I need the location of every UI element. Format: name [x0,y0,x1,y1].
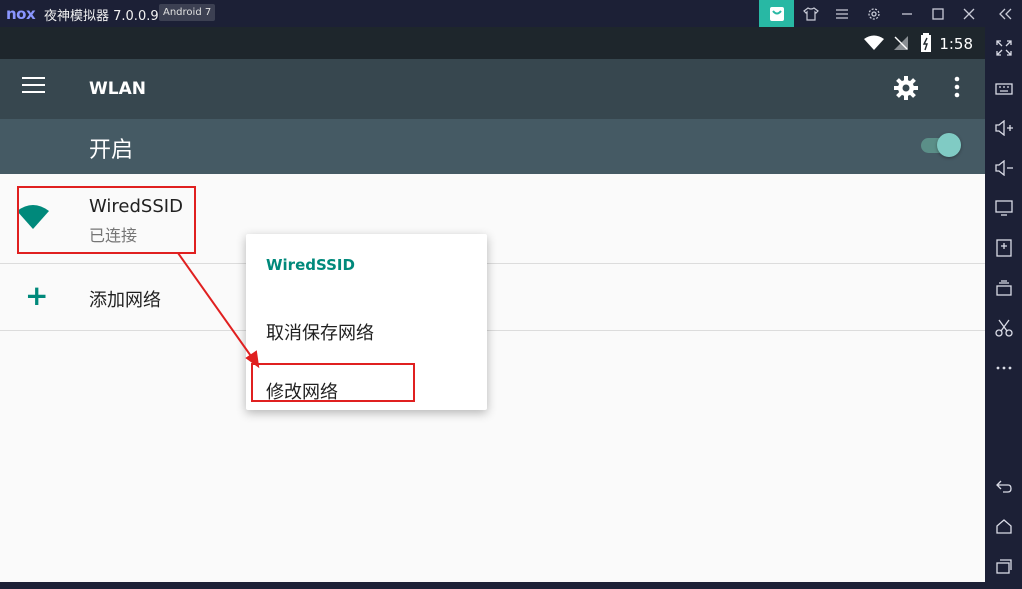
maximize-icon[interactable] [923,0,953,27]
keyboard-icon[interactable] [985,73,1022,103]
add-network-item[interactable]: + 添加网络 [0,264,985,331]
android-screen: 1:58 WLAN 开启 WiredSSID 已连接 + 添加网络 WiredS… [0,27,985,582]
back-icon[interactable] [985,471,1022,501]
emulator-window: nox 夜神模拟器 7.0.0.9 Android 7 1:58 WLAN 开启… [0,0,1022,589]
cell-signal-icon [893,35,909,55]
hamburger-menu-icon[interactable] [22,77,46,97]
forget-network-menu-item[interactable]: 取消保存网络 [246,301,487,359]
modify-network-menu-item[interactable]: 修改网络 [246,360,487,418]
settings-gear-icon[interactable] [859,0,889,27]
android-version-badge: Android 7 [159,4,216,21]
recent-apps-icon[interactable] [985,551,1022,581]
android-statusbar: 1:58 [0,27,985,59]
screen-bottom-border [0,582,985,589]
scissors-icon[interactable] [985,313,1022,343]
wifi-full-icon [17,204,49,234]
network-status: 已连接 [89,226,138,245]
add-network-label: 添加网络 [89,290,161,311]
network-item-wiredssid[interactable]: WiredSSID 已连接 [0,174,985,263]
nox-logo: nox [6,5,36,23]
close-icon[interactable] [954,0,984,27]
emulator-toolbar [985,27,1022,589]
collapse-sidebar-icon[interactable] [990,0,1020,27]
status-time: 1:58 [939,35,973,53]
shop-icon[interactable] [759,0,794,27]
app-bar: WLAN [0,59,985,119]
skin-icon[interactable] [796,0,826,27]
plus-icon: + [25,279,49,312]
screen-icon[interactable] [985,193,1022,223]
menu-icon[interactable] [827,0,857,27]
settings-gear-icon[interactable] [893,75,919,105]
emulator-titlebar: nox 夜神模拟器 7.0.0.9 Android 7 [0,0,1022,27]
window-title: 夜神模拟器 7.0.0.9 [44,9,159,24]
fullscreen-icon[interactable] [985,33,1022,63]
wlan-toggle-thumb[interactable] [937,133,961,157]
home-icon[interactable] [985,511,1022,541]
list-divider [0,330,985,331]
menu-item-label: 修改网络 [266,382,338,403]
minimize-icon[interactable] [892,0,922,27]
page-title: WLAN [89,79,146,99]
menu-title: WiredSSID [266,256,355,274]
more-icon[interactable] [985,353,1022,383]
wlan-switch-bar: 开启 [0,119,985,174]
menu-item-label: 取消保存网络 [266,323,374,344]
multi-instance-icon[interactable] [985,273,1022,303]
apk-install-icon[interactable] [985,233,1022,263]
overflow-menu-icon[interactable] [953,75,961,103]
volume-up-icon[interactable] [985,113,1022,143]
switch-label: 开启 [89,138,134,163]
wifi-signal-icon [864,35,884,55]
network-name: WiredSSID [89,196,183,217]
battery-icon [920,33,932,57]
network-context-menu: WiredSSID 取消保存网络 修改网络 [246,234,487,410]
volume-down-icon[interactable] [985,153,1022,183]
